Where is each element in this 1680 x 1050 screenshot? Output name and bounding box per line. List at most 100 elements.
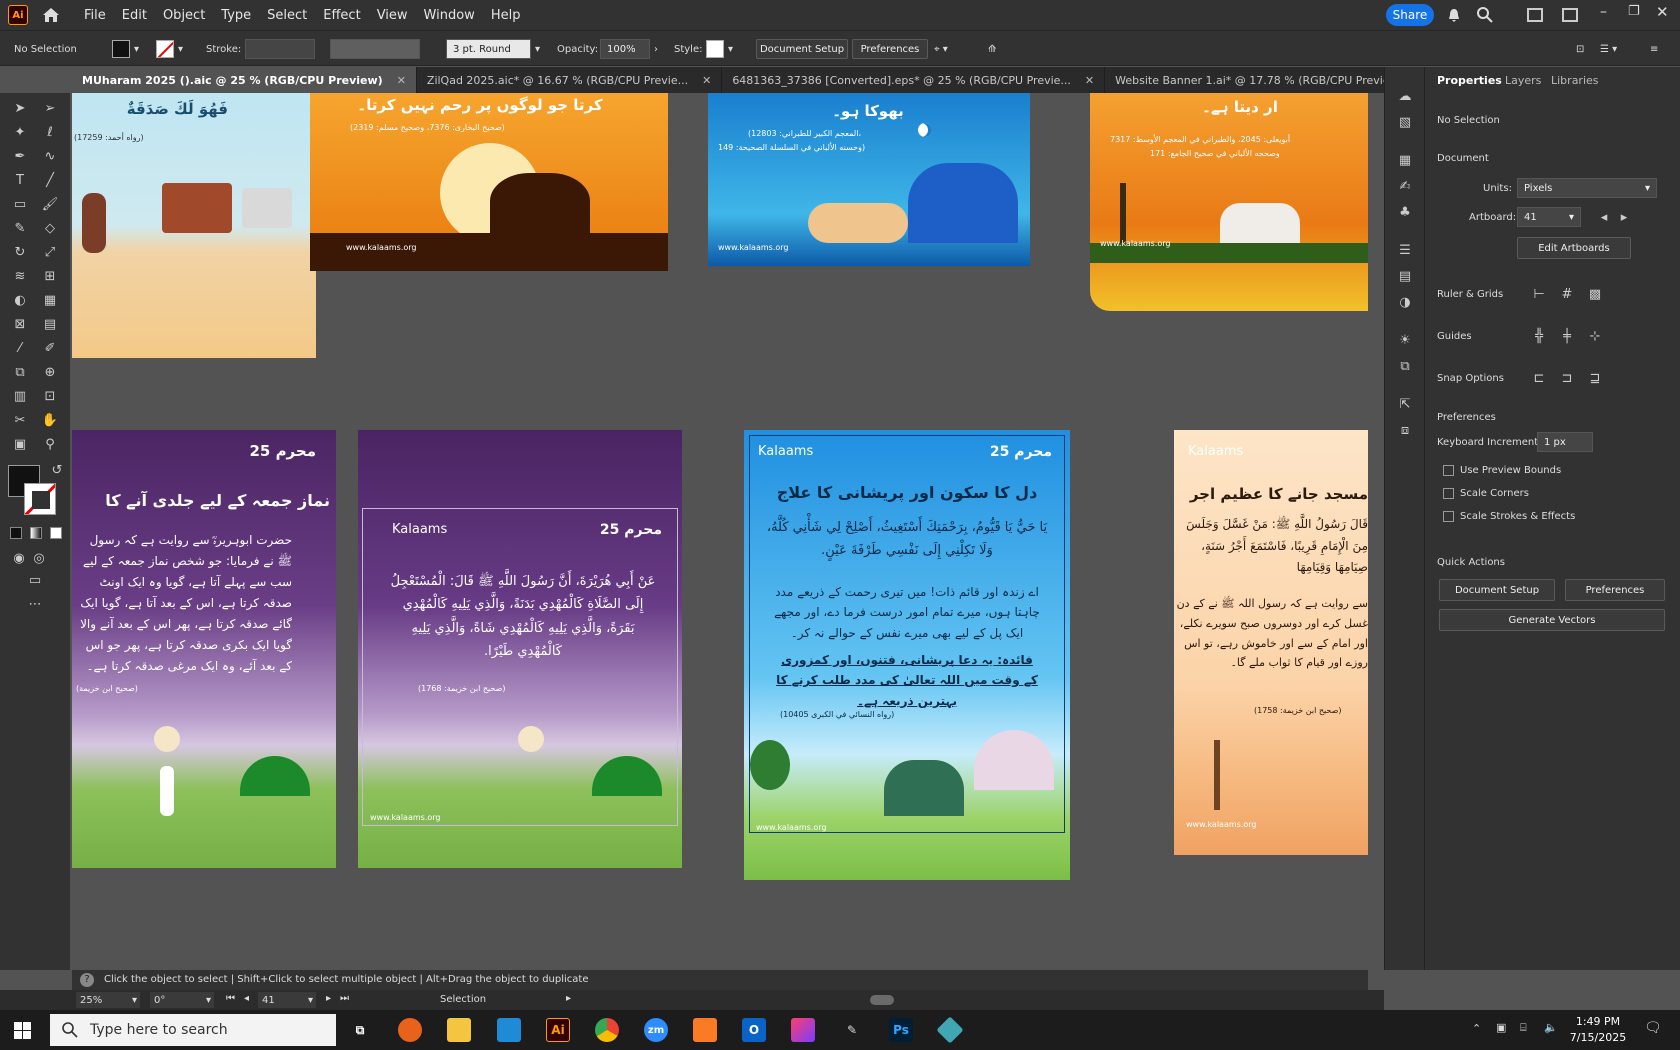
menu-view[interactable]: View [369,8,416,23]
last-artboard-icon[interactable]: ⏭ [340,993,349,1004]
stroke-color-box[interactable] [24,483,56,515]
artboard-b3[interactable]: Kalaams محرم 25 دل کا سکون اور پریشانی ک… [744,430,1070,880]
export-icon[interactable]: ⇱ [1396,395,1414,413]
transparency-grid-icon[interactable]: ▩ [1586,285,1604,303]
use-preview-bounds-checkbox[interactable]: Use Preview Bounds [1443,465,1561,476]
status-menu-arrow-icon[interactable]: ▸ [566,993,571,1004]
restore-icon[interactable]: ❐ [1628,4,1640,19]
paintbrush-tool-icon[interactable]: 🖌 [41,195,59,213]
none-mode-icon[interactable] [50,527,62,539]
pen-app-icon[interactable]: ✎ [840,1018,864,1042]
menu-type[interactable]: Type [213,8,259,23]
column-graph-tool-icon[interactable]: ▥ [11,387,29,405]
stroke-weight-field[interactable] [245,39,315,59]
preferences-button[interactable]: Preferences [1565,579,1665,601]
eyedropper-tool-icon[interactable]: ⁄ [11,339,29,357]
arrange-documents-icon[interactable] [1527,8,1543,22]
clock-date[interactable]: 7/15/2025 [1568,1031,1628,1044]
scale-corners-checkbox[interactable]: Scale Corners [1443,488,1529,499]
measure-tool-icon[interactable]: ✐ [41,339,59,357]
app-icon[interactable] [936,1016,964,1044]
magic-wand-tool-icon[interactable]: ✦ [11,123,29,141]
tab-layers[interactable]: Layers [1505,67,1541,93]
menu-help[interactable]: Help [483,8,529,23]
mesh-tool-icon[interactable]: ⊠ [11,315,29,333]
creative-cloud-icon[interactable] [791,1018,815,1042]
vscode-icon[interactable] [497,1018,521,1042]
notifications-icon[interactable]: 🗨 [1644,1020,1662,1036]
zoom-tool-icon[interactable]: ⚲ [41,435,59,453]
eraser-tool-icon[interactable]: ◇ [41,219,59,237]
close-tab-icon[interactable]: ✕ [397,74,406,87]
menu-window[interactable]: Window [416,8,483,23]
canvas[interactable]: فَهُوَ لَكَ صَدَقَةٌ (رواه أحمد: 17259) … [72,93,1368,970]
opacity-field[interactable]: 100% › [600,39,658,59]
close-tab-icon[interactable]: ✕ [702,74,711,87]
selection-tool-icon[interactable]: ➤ [11,99,29,117]
close-icon[interactable]: ✕ [1656,3,1669,21]
artboard-top-3[interactable]: بھوکا ہو۔ (المعجم الكبير للطبراني: 12803… [708,93,1030,266]
units-dropdown[interactable]: Pixels ▾ [1517,178,1657,198]
artboard-navigation-field[interactable]: 41 ▾ [258,992,316,1008]
share-button[interactable]: Share [1386,4,1434,26]
rotation-field[interactable]: 0° ▾ [150,992,214,1008]
help-icon[interactable]: ? [80,973,94,987]
first-artboard-icon[interactable]: ⏮ [226,993,235,1004]
direct-selection-tool-icon[interactable]: ➢ [41,99,59,117]
snap-to-pixel-icon[interactable]: ⊒ [1586,369,1604,387]
brushes-icon[interactable]: ✍ [1396,177,1414,195]
properties-toggle-icon[interactable]: ☰ ▾ [1600,39,1617,59]
artboard-dropdown[interactable]: 41 ▾ [1517,207,1581,227]
shape-builder-tool-icon[interactable]: ◐ [11,291,29,309]
scale-strokes-checkbox[interactable]: Scale Strokes & Effects [1443,511,1575,522]
align-panel-icon[interactable]: ⊡ [1576,39,1584,59]
minimize-icon[interactable]: – [1600,4,1607,20]
tab-properties[interactable]: Properties [1437,67,1502,93]
stroke-panel-icon[interactable]: ☰ [1396,241,1414,259]
more-options-icon[interactable]: ≡ [1650,39,1658,59]
snap-to-grid-icon[interactable]: ⊐ [1558,369,1576,387]
menu-select[interactable]: Select [259,8,315,23]
volume-icon[interactable]: 🔈 [1544,1021,1558,1034]
warp-tool-icon[interactable]: ≋ [11,267,29,285]
graphic-styles-icon[interactable]: ⧉ [1396,357,1414,375]
symbols-icon[interactable]: ♣ [1396,203,1414,221]
next-artboard-icon[interactable]: ▸ [326,993,331,1004]
clock-time[interactable]: 1:49 PM [1568,1015,1628,1028]
tab-muharam[interactable]: MUharam 2025 ().aic @ 25 % (RGB/CPU Prev… [72,67,417,93]
menu-object[interactable]: Object [155,8,213,23]
generate-vectors-button[interactable]: Generate Vectors [1439,609,1665,631]
color-mode-icon[interactable] [10,527,22,539]
artboard-b4[interactable]: Kalaams مسجد جانے کا عظیم اجر قَالَ رَسُ… [1174,430,1368,855]
search-icon[interactable] [1476,6,1494,24]
xampp-icon[interactable] [693,1018,717,1042]
artboard-top-4[interactable]: ار دیتا ہے۔ أبويعلى: 2045، والطبراني في … [1090,93,1368,311]
transform-icon[interactable]: ⌖ ▾ [934,39,948,59]
bell-icon[interactable] [1446,7,1462,23]
network-icon[interactable]: ⌸ [1520,1021,1527,1035]
tab-zilqad[interactable]: ZilQad 2025.aic* @ 16.67 % (RGB/CPU Prev… [417,67,723,93]
show-guides-icon[interactable]: ╬ [1530,327,1548,345]
menu-file[interactable]: File [76,8,114,23]
brush-field[interactable]: 3 pt. Round ▾ [446,39,540,59]
document-setup-button[interactable]: Document Setup [1439,579,1555,601]
artboard-top-2[interactable]: کرتا جو لوگوں پر رحم نہیں کرتا۔ (صحیح ال… [310,93,668,271]
free-transform-tool-icon[interactable]: ⊞ [41,267,59,285]
rotate-tool-icon[interactable]: ↻ [11,243,29,261]
rectangle-tool-icon[interactable]: ▭ [11,195,29,213]
lock-guides-icon[interactable]: ╪ [1558,327,1576,345]
draw-normal-icon[interactable]: ◉ [10,549,28,567]
edit-toolbar-icon[interactable]: ⋯ [26,595,44,613]
zoom-level-field[interactable]: 25% ▾ [76,992,140,1008]
artboards-panel-icon[interactable]: ⧈ [1396,421,1414,439]
zoom-app-icon[interactable]: zm [644,1018,668,1042]
recolor-icon[interactable]: ⟰ [988,39,996,59]
artboard-b2[interactable]: Kalaams محرم 25 عَنْ أَبِي هُرَيْرَةَ، أ… [358,430,682,868]
variable-width-field[interactable] [330,39,420,59]
learn-icon[interactable]: ▧ [1396,113,1414,131]
previous-artboard-icon[interactable]: ◂ [1595,208,1613,226]
gradient-panel-icon[interactable]: ▤ [1396,267,1414,285]
pen-tool-icon[interactable]: ✒ [11,147,29,165]
hand-tool-icon[interactable]: ✋ [41,411,59,429]
tab-converted-eps[interactable]: 6481363_37386 [Converted].eps* @ 25 % (R… [722,67,1106,93]
